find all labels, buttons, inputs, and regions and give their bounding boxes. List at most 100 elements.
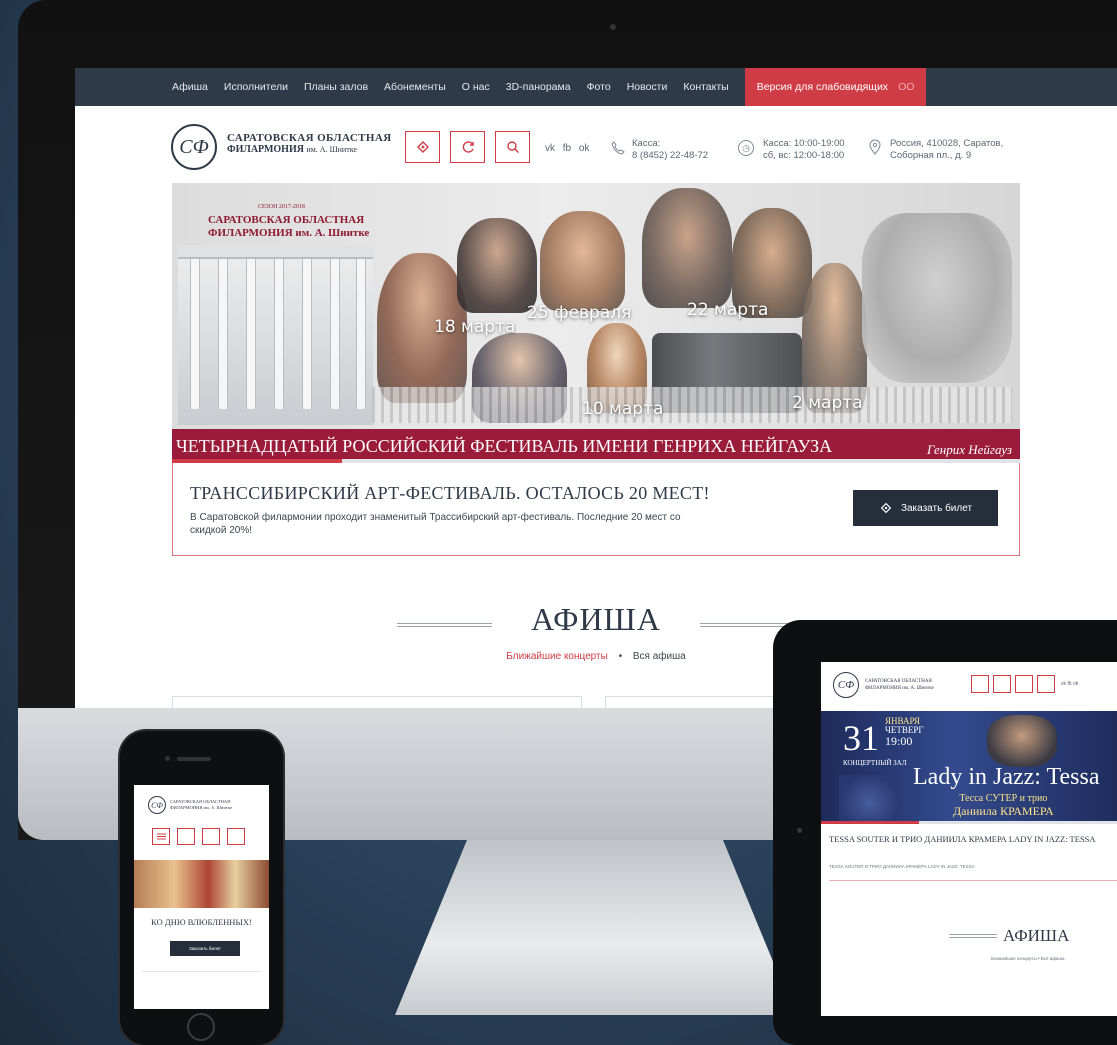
heading-ornament-line — [949, 934, 997, 938]
banner-logo: СЕЗОН 2017-2018 САРАТОВСКАЯ ОБЛАСТНАЯ ФИ… — [178, 201, 383, 241]
home-button — [187, 1013, 215, 1041]
event-subtitle: Тесса СУТЕР и трио Даниила КРАМЕРА — [953, 792, 1054, 818]
nav-3d-panorama[interactable]: 3D-панорама — [506, 81, 571, 93]
logo-line-2-main: ФИЛАРМОНИЯ — [227, 144, 304, 155]
phone-order-button[interactable]: Заказать билет — [170, 941, 240, 956]
address-line-1: Россия, 410028, Саратов, — [890, 138, 1004, 149]
search-button[interactable] — [495, 131, 530, 163]
tablet-logo-text: САРАТОВСКАЯ ОБЛАСТНАЯ ФИЛАРМОНИЯ им. А. … — [865, 678, 934, 692]
nav-subscriptions[interactable]: Абонементы — [384, 81, 446, 93]
nav-afisha[interactable]: Афиша — [172, 81, 208, 93]
ticket-icon — [416, 141, 429, 153]
search-button[interactable] — [227, 828, 245, 845]
ticket-button[interactable] — [405, 131, 440, 163]
phone-logo-text: САРАТОВСКАЯ ОБЛАСТНАЯ ФИЛАРМОНИЯ им. А. … — [170, 799, 232, 811]
monitor-stand — [395, 840, 795, 1015]
logo-text[interactable]: САРАТОВСКАЯ ОБЛАСТНАЯ ФИЛАРМОНИЯ им. А. … — [227, 132, 392, 155]
order-ticket-label: Заказать билет — [900, 502, 973, 514]
refresh-button[interactable] — [202, 828, 220, 845]
order-ticket-button[interactable]: Заказать билет — [853, 490, 998, 526]
nav-performers[interactable]: Исполнители — [224, 81, 288, 93]
phone-logo-line-2: ФИЛАРМОНИЯ им. А. Шнитке — [170, 805, 232, 810]
philharmonic-building-image — [178, 245, 373, 425]
performer-portrait — [540, 211, 625, 311]
event-date: 31 ЯНВАРЯ ЧЕТВЕРГ 19:00 КОНЦЕРТНЫЙ ЗАЛ — [843, 717, 924, 768]
performer-portrait — [987, 715, 1057, 767]
heading-ornament-line — [397, 623, 492, 627]
nav-about[interactable]: О нас — [462, 81, 490, 93]
tablet-social-links[interactable]: vk fb ok — [1061, 681, 1078, 687]
hero-banner[interactable]: СЕЗОН 2017-2018 САРАТОВСКАЯ ОБЛАСТНАЯ ФИ… — [172, 183, 1020, 463]
kassa-phone-number[interactable]: 8 (8452) 22-48-72 — [632, 150, 708, 162]
logo-monogram[interactable]: СФ — [171, 124, 217, 170]
menu-button[interactable] — [971, 675, 989, 693]
event-headline: Lady in Jazz: Tessa — [913, 764, 1100, 790]
all-afisha-link[interactable]: Вся афиша — [633, 651, 686, 662]
logo-monogram[interactable]: СФ — [833, 672, 859, 698]
desktop-screen: Афиша Исполнители Планы залов Абонементы… — [75, 68, 1117, 708]
banner-logo-line-1: САРАТОВСКАЯ ОБЛАСТНАЯ — [208, 214, 365, 226]
divider — [829, 880, 1117, 881]
tablet-event-text: TESSA SOUTER И ТРИО ДАНИИЛА КРАМЕРА LADY… — [829, 864, 975, 869]
logo-line-2: ФИЛАРМОНИЯ им. А. Шнитке — [227, 144, 392, 155]
event-hall: КОНЦЕРТНЫЙ ЗАЛ — [843, 759, 907, 767]
tablet-logo-line-1: САРАТОВСКАЯ ОБЛАСТНАЯ — [865, 679, 932, 684]
banner-date: 25 февраля — [527, 303, 632, 323]
nav-contacts[interactable]: Контакты — [683, 81, 728, 93]
festival-strip: ЧЕТЫРНАДЦАТЫЙ РОССИЙСКИЙ ФЕСТИВАЛЬ ИМЕНИ… — [172, 429, 1020, 463]
menu-icon — [156, 833, 166, 840]
tablet-slider-progress[interactable] — [821, 821, 1117, 824]
event-card[interactable] — [172, 696, 582, 708]
banner-logo-line-2: ФИЛАРМОНИЯ им. А. Шнитке — [208, 227, 370, 239]
camera — [610, 24, 616, 30]
location-pin-icon — [869, 139, 881, 155]
nav-news[interactable]: Новости — [627, 81, 668, 93]
tablet-afisha-links[interactable]: Ближайшие концерты • Вся афиша — [991, 956, 1065, 961]
clock-icon: ◷ — [738, 140, 754, 156]
divider — [142, 971, 261, 972]
promo-title: ТРАНССИБИРСКИЙ АРТ-ФЕСТИВАЛЬ. ОСТАЛОСЬ 2… — [190, 483, 710, 503]
tablet-screen: СФ САРАТОВСКАЯ ОБЛАСТНАЯ ФИЛАРМОНИЯ им. … — [821, 662, 1117, 1016]
search-icon — [506, 141, 519, 153]
search-button[interactable] — [1037, 675, 1055, 693]
phone-order-label: Заказать билет — [189, 946, 221, 951]
phone-banner-image[interactable] — [134, 860, 269, 908]
refresh-button[interactable] — [1015, 675, 1033, 693]
performer-portrait — [642, 188, 732, 308]
menu-button[interactable] — [152, 828, 170, 845]
nearest-concerts-link[interactable]: Ближайшие концерты — [506, 651, 608, 662]
glasses-icon: ОО — [898, 81, 915, 93]
ticket-button[interactable] — [177, 828, 195, 845]
ticket-button[interactable] — [993, 675, 1011, 693]
promo-text: В Саратовской филармонии проходит знамен… — [190, 512, 681, 536]
event-day: 31 — [843, 718, 879, 758]
piano-keys-decoration — [372, 387, 1012, 423]
links-separator: • — [618, 651, 623, 662]
tablet-logo-line-2: ФИЛАРМОНИЯ им. А. Шнитке — [865, 686, 934, 691]
logo-monogram[interactable]: СФ — [148, 796, 166, 814]
top-navigation: Афиша Исполнители Планы залов Абонементы… — [75, 68, 1117, 106]
kassa-phone: Касса: 8 (8452) 22-48-72 — [632, 138, 708, 162]
logo-line-2-small: им. А. Шнитке — [306, 145, 357, 154]
neuhaus-signature: Генрих Нейгауз — [927, 442, 1012, 457]
promo-block: ТРАНССИБИРСКИЙ АРТ-ФЕСТИВАЛЬ. ОСТАЛОСЬ 2… — [172, 463, 1020, 556]
phone-icon — [611, 141, 625, 155]
visually-impaired-button[interactable]: Версия для слабовидящих ОО — [744, 68, 927, 106]
banner-logo-season: СЕЗОН 2017-2018 — [258, 204, 305, 210]
nav-photo[interactable]: Фото — [587, 81, 611, 93]
nav-hall-plans[interactable]: Планы залов — [304, 81, 368, 93]
ticket-icon — [880, 502, 892, 514]
social-links[interactable]: vk fb ok — [545, 143, 589, 154]
tablet-banner[interactable]: 31 ЯНВАРЯ ЧЕТВЕРГ 19:00 КОНЦЕРТНЫЙ ЗАЛ L… — [821, 711, 1117, 821]
phone-speaker — [177, 757, 211, 761]
neuhaus-portrait — [862, 213, 1012, 383]
address-line-2: Соборная пл., д. 9 — [890, 150, 972, 161]
heading-ornament-line — [700, 623, 795, 627]
banner-date: 10 марта — [582, 399, 664, 419]
jazz-musicians-silhouette — [839, 775, 899, 821]
refresh-button[interactable] — [450, 131, 485, 163]
tablet-afisha-title: АФИША — [1003, 926, 1070, 945]
visually-impaired-label: Версия для слабовидящих — [756, 81, 889, 93]
banner-date: 2 марта — [792, 393, 863, 413]
banner-date: 22 марта — [687, 300, 769, 320]
